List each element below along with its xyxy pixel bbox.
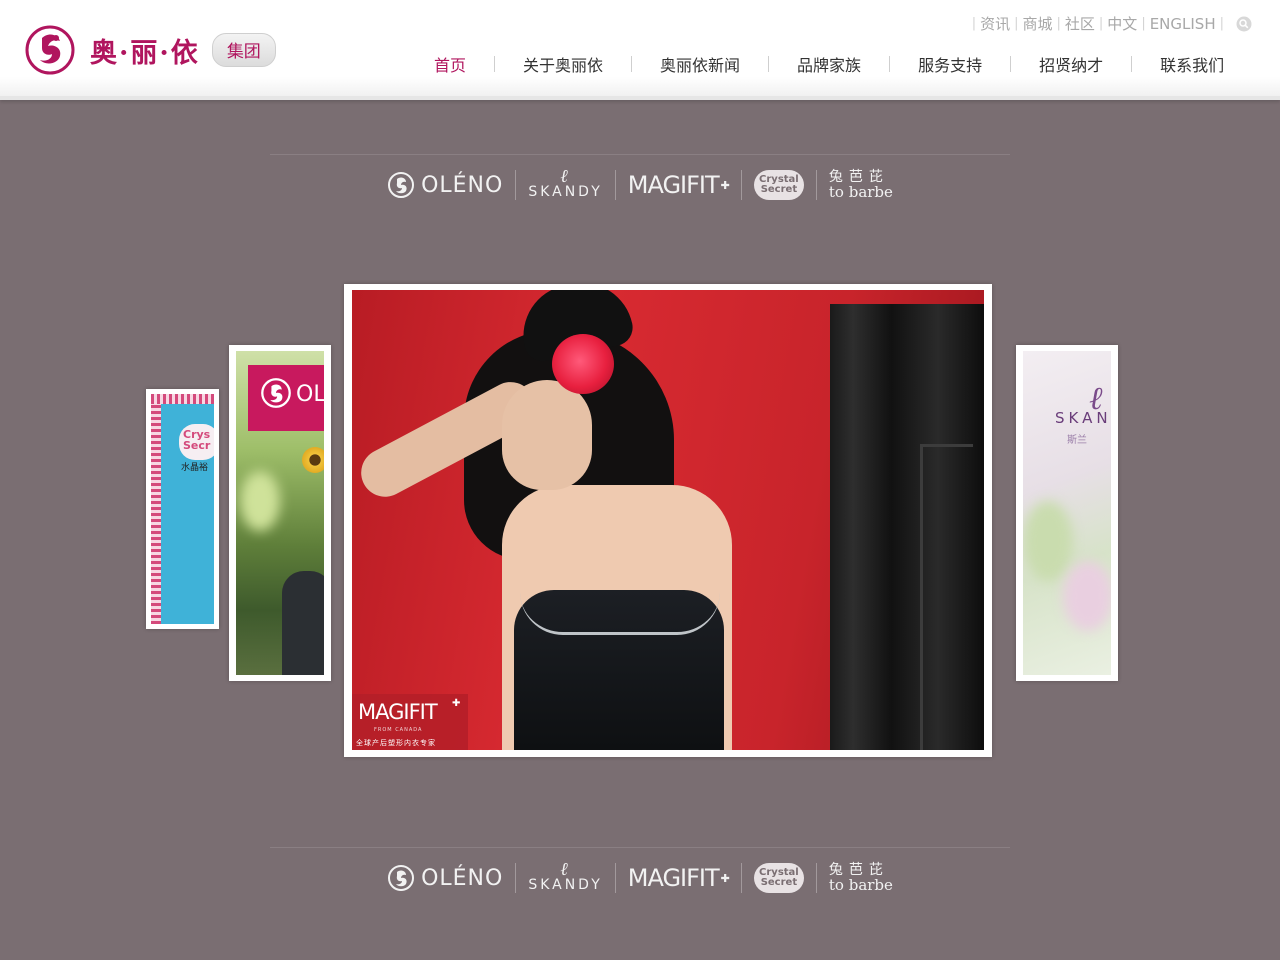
nav-item-home[interactable]: 首页 [414, 52, 486, 76]
carousel-slide-magifit[interactable]: MAGIFIT ✚ FROM CANADA 全球产后塑形内衣专家 [344, 284, 992, 757]
search-icon[interactable] [1236, 16, 1252, 32]
carousel-slide-crystal-secret[interactable]: Crys Secr 水晶裕 [146, 389, 219, 629]
nav-item-news[interactable]: 奥丽依新闻 [640, 52, 760, 76]
magifit-badge: MAGIFIT ✚ FROM CANADA 全球产后塑形内衣专家 [352, 694, 468, 750]
util-link-chinese[interactable]: 中文 [1107, 13, 1137, 34]
site-header: 奥·丽·依 集团 | 资讯 | 商城 | 社区 | 中文 | ENGLISH |… [0, 0, 1280, 100]
util-link-mall[interactable]: 商城 [1022, 13, 1052, 34]
brand-strip-top: OLÉNO ℓ SKANDY MAGIFIT ✚ Crystal Secret 兔… [0, 152, 1280, 218]
util-link-english[interactable]: ENGLISH [1150, 15, 1216, 33]
door-image [830, 304, 984, 750]
brand-strip-bottom: OLÉNO ℓ SKANDY MAGIFIT ✚ Crystal Secret 兔… [0, 845, 1280, 911]
magifit-badge-sub: FROM CANADA [374, 727, 423, 733]
brand-skandy-text: SKANDY [528, 184, 603, 200]
oleno-logo-icon [388, 865, 415, 891]
brand-tobarbe-en: to barbe [828, 183, 893, 201]
utility-links: | 资讯 | 商城 | 社区 | 中文 | ENGLISH | [968, 13, 1252, 34]
brand-magifit-bottom[interactable]: MAGIFIT ✚ [616, 858, 741, 898]
flower-logo-icon [25, 25, 75, 75]
brand-oleno-text: OLÉNO [421, 865, 504, 891]
nav-item-about[interactable]: 关于奥丽依 [503, 52, 623, 76]
brand-tobarbe-en: to barbe [828, 876, 893, 894]
brand-oleno[interactable]: OLÉNO [375, 165, 515, 205]
rose-image [552, 334, 614, 394]
main-nav: 首页 关于奥丽依 奥丽依新闻 品牌家族 服务支持 招贤纳才 联系我们 [414, 52, 1224, 76]
oleno-badge: OL [248, 365, 324, 431]
maple-leaf-icon: ✚ [720, 871, 730, 885]
maple-leaf-icon: ✚ [720, 178, 730, 192]
nav-item-service[interactable]: 服务支持 [898, 52, 1002, 76]
nav-item-contact[interactable]: 联系我们 [1140, 52, 1224, 76]
magifit-badge-title: MAGIFIT [358, 700, 438, 724]
brand-tobarbe-bottom[interactable]: 兔芭芘 to barbe [817, 858, 905, 898]
carousel-slide-oleno[interactable]: OL [229, 345, 331, 681]
brand-magifit-text: MAGIFIT [627, 171, 720, 199]
brand-skandy[interactable]: ℓ SKANDY [516, 165, 614, 205]
sunflower-image [302, 447, 324, 473]
site-logo[interactable]: 奥·丽·依 集团 [24, 24, 276, 76]
crystal-secret-logo: Crystal Secret [753, 863, 804, 893]
skandy-script-icon: ℓ [560, 859, 571, 880]
magifit-badge-caption: 全球产后塑形内衣专家 [356, 739, 436, 747]
oleno-logo-icon [388, 172, 415, 198]
brand-oleno-text: OLÉNO [421, 172, 504, 198]
brand-skandy-text: SKANDY [528, 877, 603, 893]
carousel-slide-skandy[interactable]: ℓ SKAN 斯兰 [1016, 345, 1118, 681]
brand-skandy-bottom[interactable]: ℓ SKANDY [516, 858, 614, 898]
brand-crystal-secret-bottom[interactable]: Crystal Secret [742, 858, 816, 898]
brand-tobarbe[interactable]: 兔芭芘 to barbe [817, 165, 905, 205]
brand-crystal-secret[interactable]: Crystal Secret [742, 165, 816, 205]
skandy-script-icon: ℓ [560, 166, 571, 187]
crystal-secret-label: Crys Secr [179, 424, 214, 460]
nav-item-careers[interactable]: 招贤纳才 [1019, 52, 1123, 76]
util-link-news[interactable]: 资讯 [980, 13, 1010, 34]
util-link-community[interactable]: 社区 [1065, 13, 1095, 34]
nav-item-brands[interactable]: 品牌家族 [777, 52, 881, 76]
brand-magifit-text: MAGIFIT [627, 864, 720, 892]
brand-magifit[interactable]: MAGIFIT ✚ [616, 165, 741, 205]
magifit-photo: MAGIFIT ✚ FROM CANADA 全球产后塑形内衣专家 [352, 290, 984, 750]
garden-table-image [282, 571, 324, 675]
logo-badge: 集团 [211, 33, 276, 67]
skandy-slide-brand: SKAN [1055, 409, 1111, 427]
crystal-secret-logo: Crystal Secret [753, 170, 804, 200]
oleno-logo-icon [261, 378, 291, 408]
maple-leaf-icon: ✚ [452, 698, 461, 709]
logo-text: 奥·丽·依 [90, 37, 200, 69]
skandy-slide-cn: 斯兰 [1067, 435, 1087, 446]
brand-oleno-bottom[interactable]: OLÉNO [375, 858, 515, 898]
crystal-secret-cn: 水晶裕 [181, 463, 209, 473]
